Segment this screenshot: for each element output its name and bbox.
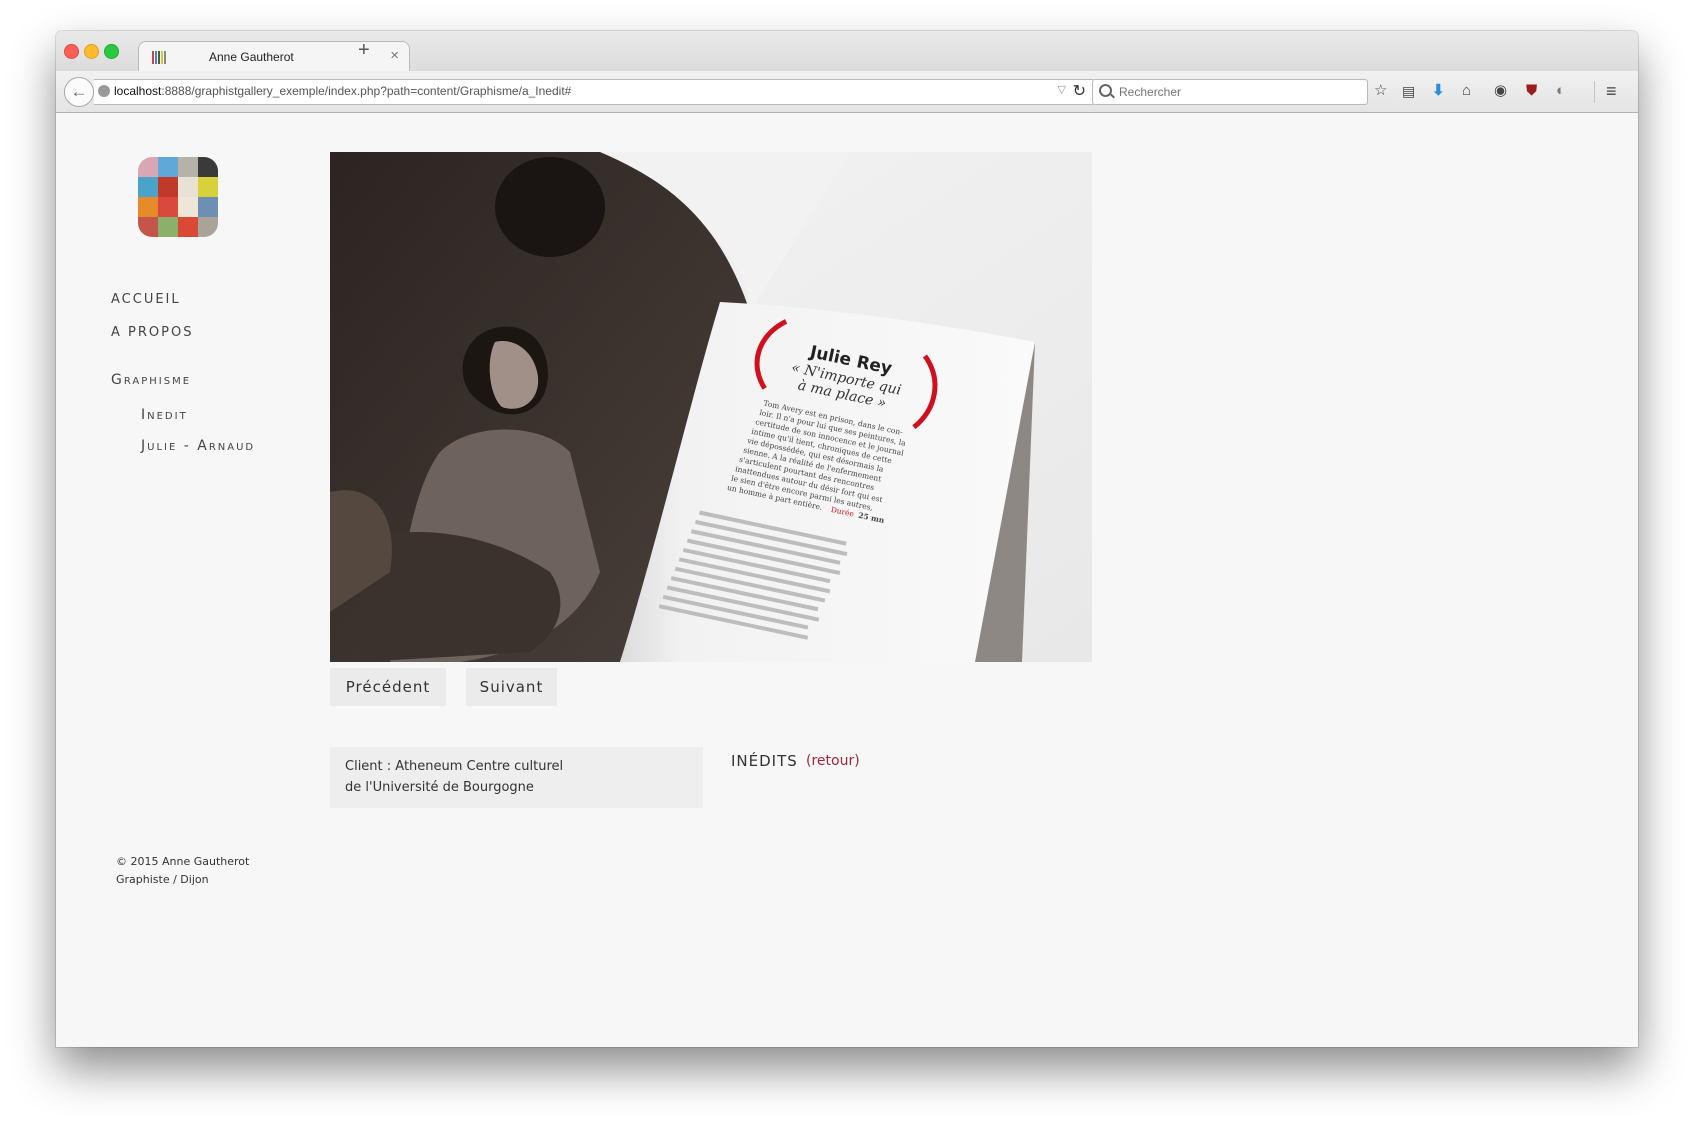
url-bar[interactable]: localhost:8888/graphistgallery_exemple/i…: [94, 79, 1095, 105]
download-icon[interactable]: ⬇: [1432, 81, 1445, 101]
star-icon[interactable]: ☆: [1374, 81, 1387, 101]
toolbar-separator: [1594, 81, 1595, 103]
next-button[interactable]: Suivant: [466, 668, 557, 706]
url-text[interactable]: localhost:8888/graphistgallery_exemple/i…: [114, 84, 571, 98]
tab-title: Anne Gautherot: [209, 50, 294, 64]
ublock-icon[interactable]: ⛊: [1526, 81, 1537, 101]
back-arrow-icon: ←: [70, 82, 88, 101]
title-bar: Anne Gautherot × +: [56, 31, 1638, 72]
browser-window: Anne Gautherot × + ← localhost:8888/grap…: [56, 31, 1638, 1047]
home-icon[interactable]: ⌂: [1462, 81, 1471, 101]
back-button[interactable]: ←: [64, 77, 94, 107]
reload-icon[interactable]: ↻: [1073, 81, 1086, 101]
nav-graphisme[interactable]: Graphisme: [111, 372, 191, 388]
favicon-icon: [151, 49, 167, 65]
history-dropdown-icon[interactable]: ▽: [1058, 83, 1066, 96]
search-input[interactable]: [1117, 83, 1361, 101]
previous-button[interactable]: Précédent: [330, 668, 446, 706]
tab-close-icon[interactable]: ×: [390, 47, 399, 64]
gallery-photo: Julie Rey « N'importe qui à ma place » T…: [330, 152, 1092, 662]
nav-toolbar: ← localhost:8888/graphistgallery_exemple…: [56, 71, 1638, 113]
footer-tagline: Graphiste / Dijon: [116, 873, 209, 886]
footer-copyright: © 2015 Anne Gautherot: [116, 855, 250, 868]
close-window-button[interactable]: [64, 44, 79, 59]
back-link[interactable]: (retour): [806, 753, 860, 769]
client-info-box: Client : Atheneum Centre culturel de l'U…: [330, 747, 703, 808]
nav-julie-arnaud[interactable]: Julie - Arnaud: [141, 438, 255, 454]
client-line-1: Client : Atheneum Centre culturel: [345, 759, 564, 774]
chat-icon[interactable]: ◉: [1494, 81, 1507, 101]
nav-accueil[interactable]: Accueil: [111, 292, 181, 307]
nav-inedit[interactable]: Inedit: [141, 407, 188, 423]
page-content: Accueil A propos Graphisme Inedit Julie …: [56, 113, 1638, 1047]
menu-icon[interactable]: ≡: [1606, 81, 1617, 101]
search-bar[interactable]: [1092, 79, 1368, 105]
site-logo[interactable]: [138, 157, 218, 237]
search-icon: [1099, 84, 1112, 97]
reading-list-icon[interactable]: ▤: [1402, 81, 1415, 101]
zoom-window-button[interactable]: [104, 44, 119, 59]
new-tab-icon[interactable]: +: [358, 39, 370, 62]
nav-a-propos[interactable]: A propos: [111, 325, 193, 340]
extension-icon[interactable]: ◐: [1556, 81, 1565, 101]
client-line-2: de l'Université de Bourgogne: [345, 780, 534, 795]
photo-illustration: Julie Rey « N'importe qui à ma place » T…: [330, 152, 1092, 662]
site-identity-icon[interactable]: [98, 85, 110, 97]
minimize-window-button[interactable]: [84, 44, 99, 59]
section-title: INÉDITS: [731, 752, 798, 770]
